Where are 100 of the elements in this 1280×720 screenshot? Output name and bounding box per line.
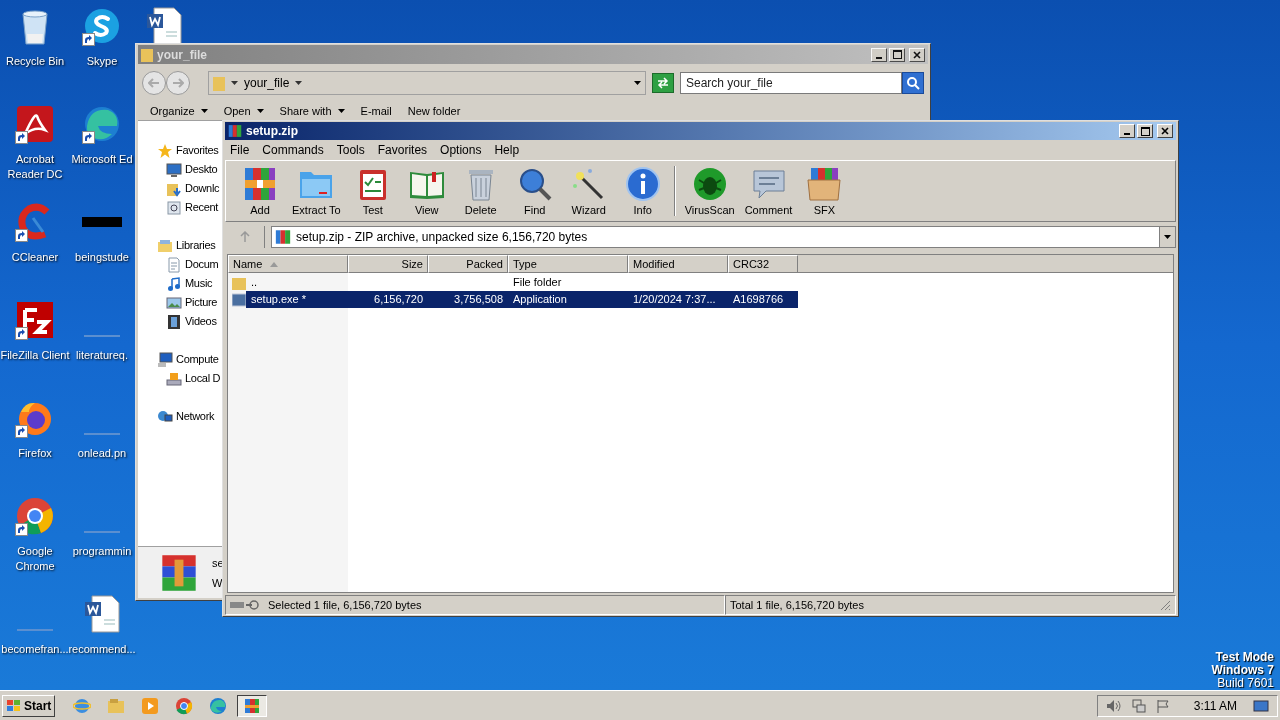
minimize-button[interactable] [1119,124,1135,138]
media-player-icon [141,696,160,715]
menu-item[interactable]: Options [440,141,482,159]
network-icon [157,408,173,425]
shortcut-arrow-icon [82,33,95,46]
nav-pane-item[interactable]: Docum [138,255,224,274]
toolbar-button[interactable]: Test [346,165,399,217]
menu-item[interactable]: Tools [336,141,365,159]
desktop-icon-label[interactable]: programmin [72,544,132,559]
nav-pane-item[interactable]: Compute [138,350,224,369]
package-icon [805,165,844,202]
caret-icon [231,81,238,85]
edge-icon [82,104,122,144]
nav-pane-item[interactable]: Music [138,274,224,293]
toolbar-button[interactable]: Wizard [562,165,615,217]
menu-item[interactable]: File [230,141,250,159]
desktop-icon-label[interactable]: Firefox [18,446,52,461]
desktop-icon-label[interactable]: Acrobat Reader DC [0,152,70,182]
address-path: your_file [244,75,290,92]
toolbar-button[interactable]: New folder [401,105,467,117]
menu-item[interactable]: Help [494,141,520,159]
refresh-button[interactable] [652,73,674,93]
stacked-books-icon [243,696,262,715]
menu-item[interactable]: Favorites [377,141,428,159]
file-row[interactable]: setup.exe * 6,156,720 3,756,508 Application 1/20/2024 7:37... A1698766 [246,291,798,308]
show-desktop-icon[interactable] [1253,698,1269,713]
toolbar-button[interactable]: Info [616,165,669,217]
column-header[interactable]: Type [508,255,628,273]
minimize-button[interactable] [871,47,887,62]
search-field[interactable]: Search your_file [680,72,902,94]
toolbar-button[interactable]: Organize [144,105,214,117]
toolbar-button[interactable]: SFX [798,165,851,217]
start-button[interactable]: Start [2,694,56,717]
nav-pane-item[interactable]: Deskto [138,160,224,179]
internet-explorer-icon [73,696,92,715]
chrome-icon [175,696,194,715]
column-header[interactable]: Name [228,255,348,273]
caret-icon [200,109,208,113]
search-button[interactable] [902,72,924,94]
nav-pane-item[interactable]: Libraries [138,236,224,255]
nav-pane-item[interactable]: Videos [138,312,224,331]
toolbar-button[interactable]: Share with [273,105,351,117]
desktop-icon-label[interactable]: FileZilla Client [0,348,70,363]
toolbar-button[interactable]: Open [217,105,270,117]
taskbar-button[interactable] [237,694,268,717]
toolbar-button[interactable]: Add [234,165,286,217]
network-icon [1131,698,1146,713]
desktop-icon-label[interactable]: literatureq. [76,348,128,363]
picture-icon [166,294,182,311]
nav-pane-item[interactable]: Recent [138,198,224,217]
nav-pane-item[interactable]: Favorites [138,141,224,160]
recent-places-icon [166,199,182,216]
table-cell: 6,156,720 [374,293,423,306]
toolbar-button[interactable]: View [400,165,453,217]
file-row[interactable]: .. File folder [246,274,798,291]
nav-pane-item[interactable]: Picture [138,293,224,312]
column-header[interactable]: Modified [628,255,728,273]
menu-item[interactable]: Commands [262,141,324,159]
shortcut-arrow-icon [15,131,28,144]
flag-icon [1155,698,1170,713]
table-cell: Application [513,293,567,306]
forward-arrow-icon [172,78,184,88]
desktop-icon-label[interactable]: Skype [86,54,118,69]
dropdown-button[interactable] [1159,227,1175,247]
nav-pane-item[interactable]: Local D [138,369,224,388]
maximize-button[interactable] [1137,124,1153,138]
info-icon [623,165,662,202]
column-header[interactable]: CRC32 [728,255,798,273]
close-button[interactable] [909,47,925,62]
close-button[interactable] [1157,124,1173,138]
nav-pane-item[interactable]: Downlc [138,179,224,198]
desktop-icon-label[interactable]: onlead.pn [77,446,127,461]
toolbar-button[interactable]: VirusScan [680,165,739,217]
caret-icon [256,109,264,113]
stacked-books-icon [275,229,291,245]
desktop-icon-label[interactable]: CCleaner [11,250,59,265]
toolbar-button[interactable]: Comment [740,165,797,217]
desktop-icon-label[interactable]: Recycle Bin [5,54,65,69]
minimize-icon [876,56,882,59]
clock[interactable]: 3:11 AM [1193,696,1237,715]
desktop-icon-label[interactable]: becomefran... [1,642,69,657]
desktop-icon-label[interactable]: recommend... [68,642,136,657]
maximize-button[interactable] [889,47,905,62]
folder-icon [141,47,153,62]
toolbar-button[interactable]: Find [508,165,561,217]
nav-pane-item[interactable]: Network [138,407,224,426]
column-header[interactable]: Size [348,255,428,273]
caret-icon [337,109,345,113]
archive-path-field[interactable]: setup.zip - ZIP archive, unpacked size 6,156,720 bytes [271,226,1176,248]
address-bar[interactable]: your_file [208,71,647,95]
toolbar-button[interactable]: Extract To [288,165,345,217]
toolbar-button[interactable]: E-mail [354,105,398,117]
table-cell: A1698766 [733,293,784,306]
toolbar-button[interactable]: Delete [454,165,507,217]
speaker-icon [1105,698,1122,713]
column-header[interactable]: Packed [428,255,508,273]
search-icon [906,76,920,90]
desktop-icon-label[interactable]: Google Chrome [0,544,70,574]
desktop-icon-label[interactable]: Microsoft Ed [71,152,133,167]
desktop-icon-label[interactable]: beingstude [75,250,129,265]
